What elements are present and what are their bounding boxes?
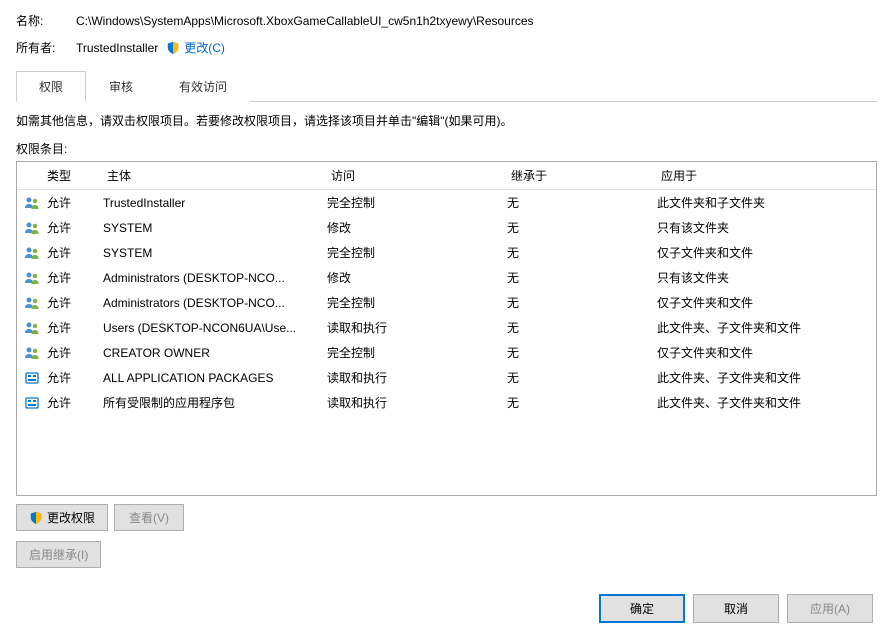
cell-type: 允许 [43, 342, 99, 363]
cell-principal: Administrators (DESKTOP-NCO... [99, 294, 323, 312]
cell-inherited: 无 [503, 367, 653, 388]
change-owner-link[interactable]: 更改(C) [184, 39, 225, 56]
list-buttons-row: 更改权限 查看(V) [16, 504, 877, 531]
tabs: 权限 审核 有效访问 [16, 70, 877, 102]
cell-access: 修改 [323, 267, 503, 288]
cell-applies: 此文件夹和子文件夹 [653, 192, 876, 213]
cell-applies: 此文件夹、子文件夹和文件 [653, 317, 876, 338]
package-icon [17, 395, 43, 411]
shield-icon [29, 511, 43, 525]
cell-applies: 仅子文件夹和文件 [653, 292, 876, 313]
cell-principal: Users (DESKTOP-NCON6UA\Use... [99, 319, 323, 337]
cell-applies: 此文件夹、子文件夹和文件 [653, 392, 876, 413]
cell-principal: 所有受限制的应用程序包 [99, 392, 323, 413]
name-label: 名称: [16, 12, 76, 29]
users-icon [17, 245, 43, 261]
tab-permissions[interactable]: 权限 [16, 71, 86, 102]
table-row[interactable]: 允许Administrators (DESKTOP-NCO...完全控制无仅子文… [17, 290, 876, 315]
cell-access: 读取和执行 [323, 367, 503, 388]
cell-access: 完全控制 [323, 192, 503, 213]
cell-inherited: 无 [503, 317, 653, 338]
cell-inherited: 无 [503, 292, 653, 313]
inherit-row: 启用继承(I) [16, 541, 877, 568]
owner-row: 所有者: TrustedInstaller 更改(C) [16, 39, 877, 56]
cell-inherited: 无 [503, 267, 653, 288]
name-row: 名称: C:\Windows\SystemApps\Microsoft.Xbox… [16, 12, 877, 29]
table-row[interactable]: 允许SYSTEM完全控制无仅子文件夹和文件 [17, 240, 876, 265]
table-row[interactable]: 允许Users (DESKTOP-NCON6UA\Use...读取和执行无此文件… [17, 315, 876, 340]
cell-type: 允许 [43, 292, 99, 313]
cell-inherited: 无 [503, 242, 653, 263]
enable-inheritance-button[interactable]: 启用继承(I) [16, 541, 101, 568]
advanced-security-dialog: 名称: C:\Windows\SystemApps\Microsoft.Xbox… [0, 0, 893, 580]
cell-applies: 只有该文件夹 [653, 267, 876, 288]
header-inherited[interactable]: 继承于 [503, 162, 653, 189]
package-icon [17, 370, 43, 386]
cell-access: 修改 [323, 217, 503, 238]
cell-type: 允许 [43, 267, 99, 288]
cell-access: 完全控制 [323, 342, 503, 363]
cell-type: 允许 [43, 367, 99, 388]
header-applies[interactable]: 应用于 [653, 162, 876, 189]
cell-principal: CREATOR OWNER [99, 344, 323, 362]
apply-button[interactable]: 应用(A) [787, 594, 873, 623]
change-permissions-label: 更改权限 [47, 509, 95, 526]
cell-type: 允许 [43, 192, 99, 213]
cell-applies: 此文件夹、子文件夹和文件 [653, 367, 876, 388]
view-button[interactable]: 查看(V) [114, 504, 184, 531]
cell-type: 允许 [43, 317, 99, 338]
header-access[interactable]: 访问 [323, 162, 503, 189]
cell-applies: 仅子文件夹和文件 [653, 342, 876, 363]
users-icon [17, 295, 43, 311]
cell-principal: TrustedInstaller [99, 194, 323, 212]
permission-header: 类型 主体 访问 继承于 应用于 [17, 162, 876, 190]
ok-button[interactable]: 确定 [599, 594, 685, 623]
cancel-button[interactable]: 取消 [693, 594, 779, 623]
table-row[interactable]: 允许所有受限制的应用程序包读取和执行无此文件夹、子文件夹和文件 [17, 390, 876, 415]
name-value: C:\Windows\SystemApps\Microsoft.XboxGame… [76, 14, 534, 28]
table-row[interactable]: 允许CREATOR OWNER完全控制无仅子文件夹和文件 [17, 340, 876, 365]
cell-type: 允许 [43, 242, 99, 263]
owner-value: TrustedInstaller [76, 41, 158, 55]
table-row[interactable]: 允许SYSTEM修改无只有该文件夹 [17, 215, 876, 240]
cell-principal: SYSTEM [99, 244, 323, 262]
tab-effective-access[interactable]: 有效访问 [156, 71, 250, 102]
users-icon [17, 270, 43, 286]
shield-icon [166, 41, 180, 55]
cell-principal: SYSTEM [99, 219, 323, 237]
users-icon [17, 320, 43, 336]
table-row[interactable]: 允许TrustedInstaller完全控制无此文件夹和子文件夹 [17, 190, 876, 215]
cell-inherited: 无 [503, 192, 653, 213]
table-row[interactable]: 允许Administrators (DESKTOP-NCO...修改无只有该文件… [17, 265, 876, 290]
cell-inherited: 无 [503, 392, 653, 413]
list-label: 权限条目: [16, 140, 877, 157]
info-text: 如需其他信息，请双击权限项目。若要修改权限项目，请选择该项目并单击"编辑"(如果… [16, 112, 877, 130]
cell-principal: ALL APPLICATION PACKAGES [99, 369, 323, 387]
header-type[interactable]: 类型 [17, 162, 99, 189]
cell-access: 读取和执行 [323, 392, 503, 413]
cell-inherited: 无 [503, 217, 653, 238]
table-row[interactable]: 允许ALL APPLICATION PACKAGES读取和执行无此文件夹、子文件… [17, 365, 876, 390]
owner-label: 所有者: [16, 39, 76, 56]
dialog-footer: 确定 取消 应用(A) [599, 594, 873, 623]
cell-access: 读取和执行 [323, 317, 503, 338]
tab-audit[interactable]: 审核 [86, 71, 156, 102]
cell-access: 完全控制 [323, 292, 503, 313]
header-principal[interactable]: 主体 [99, 162, 323, 189]
permission-list: 类型 主体 访问 继承于 应用于 允许TrustedInstaller完全控制无… [16, 161, 877, 496]
cell-inherited: 无 [503, 342, 653, 363]
cell-access: 完全控制 [323, 242, 503, 263]
change-permissions-button[interactable]: 更改权限 [16, 504, 108, 531]
users-icon [17, 345, 43, 361]
cell-principal: Administrators (DESKTOP-NCO... [99, 269, 323, 287]
cell-applies: 仅子文件夹和文件 [653, 242, 876, 263]
users-icon [17, 220, 43, 236]
cell-type: 允许 [43, 392, 99, 413]
cell-applies: 只有该文件夹 [653, 217, 876, 238]
users-icon [17, 195, 43, 211]
cell-type: 允许 [43, 217, 99, 238]
